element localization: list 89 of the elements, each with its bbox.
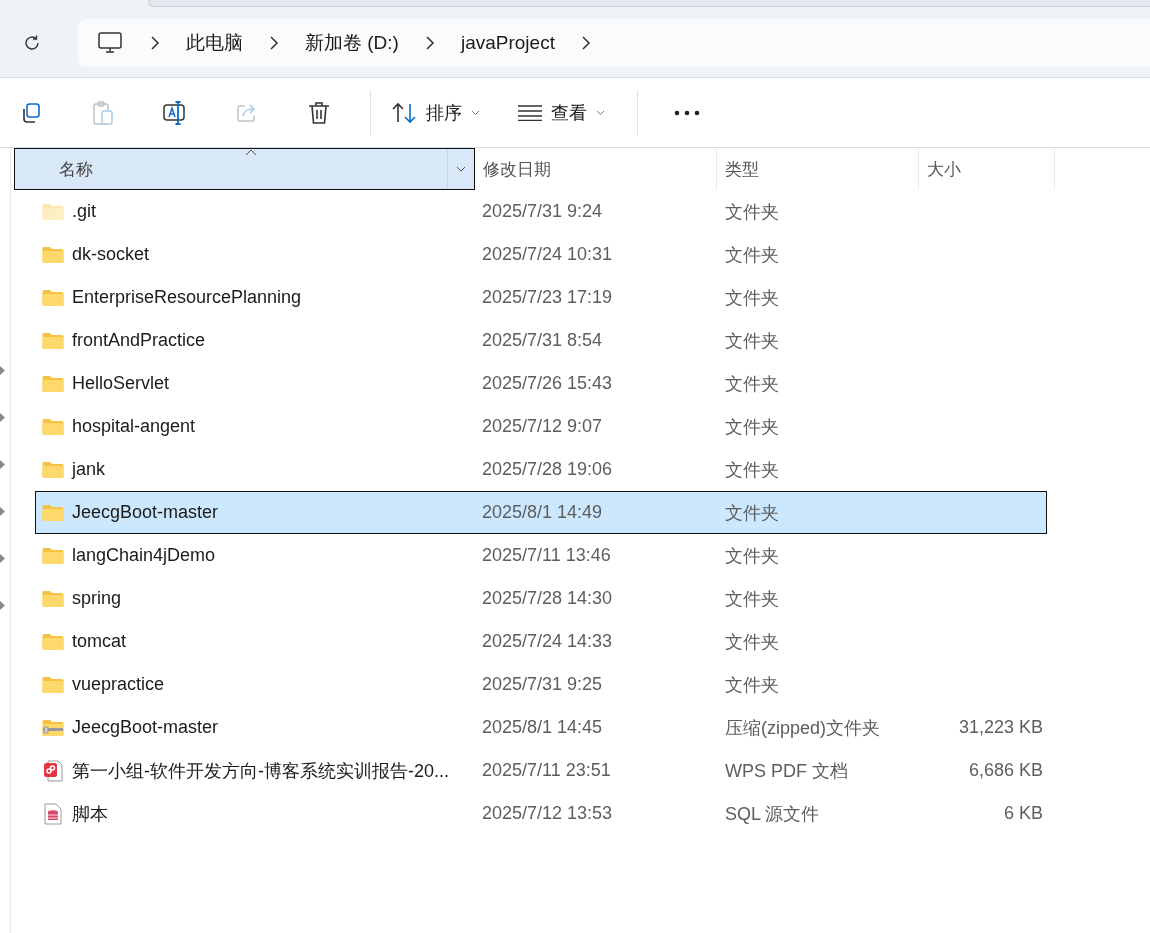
file-row[interactable]: dk-socket 2025/7/24 10:31 文件夹 — [35, 233, 1047, 276]
column-header[interactable]: 类型 — [717, 148, 919, 190]
expand-icon[interactable] — [0, 507, 5, 516]
file-row[interactable]: 脚本 2025/7/12 13:53 SQL 源文件 6 KB — [35, 792, 1047, 835]
file-name: 第一小组-软件开发方向-博客系统实训报告-20... — [72, 759, 449, 783]
file-name: .git — [72, 201, 96, 222]
file-size: 31,223 KB — [958, 717, 1043, 738]
address-bar[interactable]: 此电脑 新加卷 (D:) javaProject — [78, 19, 1150, 67]
file-type: 压缩(zipped)文件夹 — [725, 716, 881, 740]
file-type: 文件夹 — [725, 587, 779, 611]
modified-date: 2025/7/26 15:43 — [482, 373, 613, 394]
breadcrumb[interactable]: javaProject — [460, 32, 555, 54]
caret-icon — [596, 109, 605, 116]
breadcrumb[interactable]: 此电脑 — [186, 30, 243, 56]
file-name: dk-socket — [72, 244, 150, 265]
file-name: frontAndPractice — [72, 330, 206, 351]
file-name: hospital-angent — [72, 416, 196, 437]
file-type: 文件夹 — [725, 544, 779, 568]
expand-icon[interactable] — [0, 366, 5, 375]
file-row[interactable]: frontAndPractice 2025/7/31 8:54 文件夹 — [35, 319, 1047, 362]
file-row[interactable]: spring 2025/7/28 14:30 文件夹 — [35, 577, 1047, 620]
file-type: 文件夹 — [725, 630, 779, 654]
modified-date: 2025/7/24 10:31 — [482, 244, 613, 265]
modified-date: 2025/8/1 14:45 — [482, 717, 603, 738]
column-header[interactable]: 大小 — [919, 148, 1055, 190]
modified-date: 2025/7/23 17:19 — [482, 287, 613, 308]
caret-icon — [471, 109, 480, 116]
file-type: SQL 源文件 — [725, 802, 820, 826]
chevron-icon — [424, 36, 435, 50]
modified-date: 2025/7/31 8:54 — [482, 330, 603, 351]
file-type: WPS PDF 文档 — [725, 759, 848, 783]
sort-button[interactable]: 排序 — [385, 92, 486, 133]
file-row[interactable]: 第一小组-软件开发方向-博客系统实训报告-20... 2025/7/11 23:51 WPS PDF 文档 6,686 KB — [35, 749, 1047, 792]
file-type: 文件夹 — [725, 415, 779, 439]
modified-date: 2025/7/31 9:24 — [482, 201, 603, 222]
view-button[interactable]: 查看 — [512, 92, 611, 133]
expand-icon[interactable] — [0, 460, 5, 469]
file-size: 6,686 KB — [968, 760, 1043, 781]
file-row[interactable]: tomcat 2025/7/24 14:33 文件夹 — [35, 620, 1047, 663]
column-header[interactable]: 修改日期 — [475, 148, 717, 190]
expand-icon[interactable] — [0, 554, 5, 563]
file-type: 文件夹 — [725, 200, 779, 224]
file-name: JeecgBoot-master — [72, 502, 219, 523]
file-type: 文件夹 — [725, 673, 779, 697]
chevron-icon — [580, 36, 591, 50]
file-type: 文件夹 — [725, 372, 779, 396]
file-row[interactable]: JeecgBoot-master 2025/8/1 14:45 压缩(zipped)文件夹 31,223 KB — [35, 706, 1047, 749]
file-row[interactable]: langChain4jDemo 2025/7/11 13:46 文件夹 — [35, 534, 1047, 577]
column-header[interactable]: 名称 — [14, 148, 475, 190]
modified-date: 2025/8/1 14:49 — [482, 502, 603, 523]
file-row[interactable]: hospital-angent 2025/7/12 9:07 文件夹 — [35, 405, 1047, 448]
modified-date: 2025/7/28 19:06 — [482, 459, 613, 480]
sort-icon — [391, 101, 417, 124]
expand-icon[interactable] — [0, 413, 5, 422]
chevron-down-icon — [456, 166, 466, 172]
breadcrumb[interactable]: 新加卷 (D:) — [305, 30, 399, 56]
expand-icon[interactable] — [0, 601, 5, 610]
file-size: 6 KB — [1003, 803, 1043, 824]
file-name: spring — [72, 588, 122, 609]
file-row[interactable]: EnterpriseResourcePlanning 2025/7/23 17:19 文件夹 — [35, 276, 1047, 319]
file-type: 文件夹 — [725, 243, 779, 267]
modified-date: 2025/7/24 14:33 — [482, 631, 613, 652]
file-name: EnterpriseResourcePlanning — [72, 287, 302, 308]
file-name: 脚本 — [72, 802, 108, 826]
chevron-icon — [150, 36, 160, 50]
modified-date: 2025/7/12 9:07 — [482, 416, 603, 437]
chevron-icon — [269, 36, 279, 50]
modified-date: 2025/7/31 9:25 — [482, 674, 603, 695]
modified-date: 2025/7/11 13:46 — [482, 545, 611, 566]
file-name: JeecgBoot-master — [72, 717, 219, 738]
file-type: 文件夹 — [725, 286, 779, 310]
file-name: tomcat — [72, 631, 127, 652]
file-type: 文件夹 — [725, 501, 779, 525]
file-name: vuepractice — [72, 674, 165, 695]
list-icon — [518, 104, 542, 121]
file-row[interactable]: jank 2025/7/28 19:06 文件夹 — [35, 448, 1047, 491]
file-type: 文件夹 — [725, 329, 779, 353]
file-row[interactable]: HelloServlet 2025/7/26 15:43 文件夹 — [35, 362, 1047, 405]
file-name: HelloServlet — [72, 373, 170, 394]
file-name: jank — [72, 459, 106, 480]
modified-date: 2025/7/28 14:30 — [482, 588, 613, 609]
file-row[interactable]: .git 2025/7/31 9:24 文件夹 — [35, 190, 1047, 233]
computer-icon — [98, 32, 122, 54]
file-row[interactable]: vuepractice 2025/7/31 9:25 文件夹 — [35, 663, 1047, 706]
modified-date: 2025/7/12 13:53 — [482, 803, 613, 824]
file-type: 文件夹 — [725, 458, 779, 482]
file-row[interactable]: JeecgBoot-master 2025/8/1 14:49 文件夹 — [35, 491, 1047, 534]
modified-date: 2025/7/11 23:51 — [482, 760, 611, 781]
file-name: langChain4jDemo — [72, 545, 216, 566]
